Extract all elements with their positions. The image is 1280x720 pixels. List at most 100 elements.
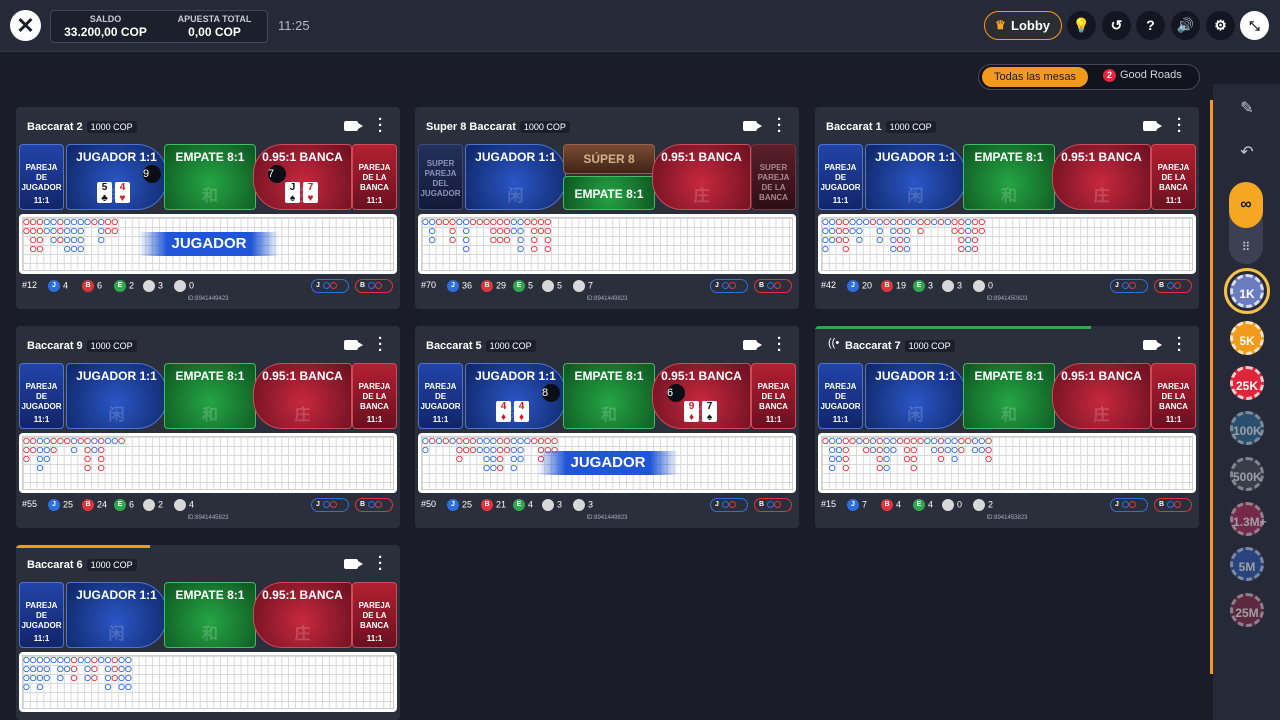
chip-25m[interactable]: 25M [1230,593,1264,627]
player-bet[interactable]: JUGADOR 1:1 闲 [66,363,167,429]
player-prediction-button[interactable]: J [311,279,349,293]
banker-bet[interactable]: 0.95:1 BANCA 庄 [652,144,751,210]
chip-13m[interactable]: 1.3M+ [1230,502,1267,536]
roads-view-toggle[interactable]: ∞ ⠿ [1229,182,1263,264]
more-options-icon[interactable]: · · · [1177,112,1182,139]
tie-bet[interactable]: EMPATE 8:1 和 [563,363,655,429]
chip-5k[interactable]: 5K [1230,321,1264,355]
banker-prediction-button[interactable]: B [355,279,393,293]
player-bet[interactable]: JUGADOR 1:1 闲 [865,363,966,429]
super-player-pair-bet[interactable]: SUPER PAREJA DEL JUGADOR [418,144,463,210]
banker-bet[interactable]: 0.95:1 BANCA 庄 [1052,144,1151,210]
player-prediction-button[interactable]: J [311,498,349,512]
table-card[interactable]: Baccarat 6 1000 COP · · · PAREJA DE JUGADOR 11… [16,545,400,720]
table-card[interactable]: Baccarat 9 1000 COP · · · PAREJA DE JUGADOR 11… [16,326,400,528]
lightbulb-icon[interactable]: 💡 [1067,11,1096,40]
road-map[interactable]: JUGADOR [418,433,796,493]
player-pair-bet[interactable]: PAREJA DE JUGADOR 11:1 [19,363,64,429]
super8-bet[interactable]: SÚPER 8 [563,144,655,174]
sound-icon[interactable]: 🔊 [1171,11,1200,40]
tie-bet[interactable]: EMPATE 8:1 和 [164,363,256,429]
road-map[interactable] [19,652,397,712]
stat-bp-value: 7 [588,280,594,291]
player-pair-bet[interactable]: PAREJA DE JUGADOR 11:1 [818,363,863,429]
settings-icon[interactable]: ⚙ [1206,11,1235,40]
banker-pair-bet[interactable]: PAREJA DE LA BANCA 11:1 [352,144,397,210]
player-prediction-button[interactable]: J [710,498,748,512]
more-options-icon[interactable]: · · · [1177,331,1182,358]
player-prediction-button[interactable]: J [710,279,748,293]
player-bet[interactable]: JUGADOR 1:1 闲 [865,144,966,210]
banker-prediction-button[interactable]: B [355,498,393,512]
table-card[interactable]: ((• Baccarat 7 1000 COP · · · PAREJA DE JUGADO… [815,326,1199,528]
road-map[interactable] [418,214,796,274]
more-options-icon[interactable]: · · · [378,112,383,139]
banker-pair-bet[interactable]: PAREJA DE LA BANCA 11:1 [352,363,397,429]
chip-500k[interactable]: 500K [1230,457,1264,491]
big-road-icon[interactable]: ∞ [1229,182,1263,228]
collapse-icon[interactable]: ⤡ [1240,11,1269,40]
player-prediction-button[interactable]: J [1110,279,1148,293]
banker-bet[interactable]: 0.95:1 BANCA 庄 [253,363,352,429]
video-camera-icon[interactable] [1143,340,1162,350]
edit-icon[interactable]: ✎ [1235,97,1259,121]
video-camera-icon[interactable] [344,121,363,131]
tie-bet[interactable]: EMPATE 8:1 和 [164,582,256,648]
super-banker-pair-bet[interactable]: SUPER PAREJA DE LA BANCA [751,144,796,210]
player-pair-bet[interactable]: PAREJA DE JUGADOR 11:1 [418,363,463,429]
player-pair-bet[interactable]: PAREJA DE JUGADOR 11:1 [818,144,863,210]
banker-pair-bet[interactable]: PAREJA DE LA BANCA 11:1 [1151,144,1196,210]
lobby-button[interactable]: ♛ Lobby [984,11,1062,40]
road-map[interactable] [19,433,397,493]
chip-100k[interactable]: 100K [1230,411,1264,445]
stat-e: E4 [913,499,933,511]
stat-b-value: 19 [896,280,907,291]
chip-1k[interactable]: 1K [1224,268,1270,314]
table-card[interactable]: Baccarat 5 1000 COP · · · PAREJA DE JUGADOR 11… [415,326,799,528]
video-camera-icon[interactable] [743,121,762,131]
road-map[interactable] [818,214,1196,274]
bead-road-icon[interactable]: ⠿ [1229,232,1263,262]
chip-5m[interactable]: 5M [1230,547,1264,581]
chip-25k[interactable]: 25K [1230,366,1264,400]
undo-icon[interactable]: ↶ [1235,141,1259,165]
video-camera-icon[interactable] [743,340,762,350]
player-pair-bet[interactable]: PAREJA DE JUGADOR 11:1 [19,144,64,210]
player-pair-bet[interactable]: PAREJA DE JUGADOR 11:1 [19,582,64,648]
tie-bet[interactable]: EMPATE 8:1 和 [963,363,1055,429]
road-map[interactable] [818,433,1196,493]
road-map[interactable]: JUGADOR [19,214,397,274]
filter-good-roads[interactable]: 2 Good Roads [1103,69,1182,82]
banker-prediction-button[interactable]: B [1154,279,1192,293]
close-button[interactable]: ✕ [10,10,41,41]
tie-bet[interactable]: EMPATE 8:1 和 [164,144,256,210]
banker-prediction-button[interactable]: B [754,279,792,293]
more-options-icon[interactable]: · · · [777,112,782,139]
banker-pair-bet[interactable]: PAREJA DE LA BANCA 11:1 [1151,363,1196,429]
banker-bet[interactable]: 0.95:1 BANCA 庄 [253,582,352,648]
video-camera-icon[interactable] [344,340,363,350]
tie-bet[interactable]: EMPATE 8:1 和 [963,144,1055,210]
banker-prediction-button[interactable]: B [1154,498,1192,512]
banker-pair-bet[interactable]: PAREJA DE LA BANCA 11:1 [352,582,397,648]
player-prediction-button[interactable]: J [1110,498,1148,512]
more-options-icon[interactable]: · · · [777,331,782,358]
banker-pair-bet[interactable]: PAREJA DE LA BANCA 11:1 [751,363,796,429]
more-options-icon[interactable]: · · · [378,331,383,358]
help-icon[interactable]: ? [1136,11,1165,40]
tie-bet[interactable]: EMPATE 8:1 [563,176,655,210]
player-bet[interactable]: JUGADOR 1:1 闲 [465,144,566,210]
history-icon[interactable]: ↺ [1102,11,1131,40]
more-options-icon[interactable]: · · · [378,550,383,577]
banker-bet[interactable]: 0.95:1 BANCA 庄 [1052,363,1151,429]
banker-prediction-button[interactable]: B [754,498,792,512]
table-card[interactable]: Baccarat 2 1000 COP · · · PAREJA DE JUGADOR 11… [16,107,400,309]
filter-all-tables[interactable]: Todas las mesas [982,67,1088,87]
table-card[interactable]: Super 8 Baccarat 1000 COP · · · SUPER PAREJA … [415,107,799,309]
table-card[interactable]: Baccarat 1 1000 COP · · · PAREJA DE JUGADOR 11… [815,107,1199,309]
road-bead [951,437,958,445]
sidebar-scrollbar[interactable] [1210,100,1213,674]
player-bet[interactable]: JUGADOR 1:1 闲 [66,582,167,648]
video-camera-icon[interactable] [344,559,363,569]
video-camera-icon[interactable] [1143,121,1162,131]
